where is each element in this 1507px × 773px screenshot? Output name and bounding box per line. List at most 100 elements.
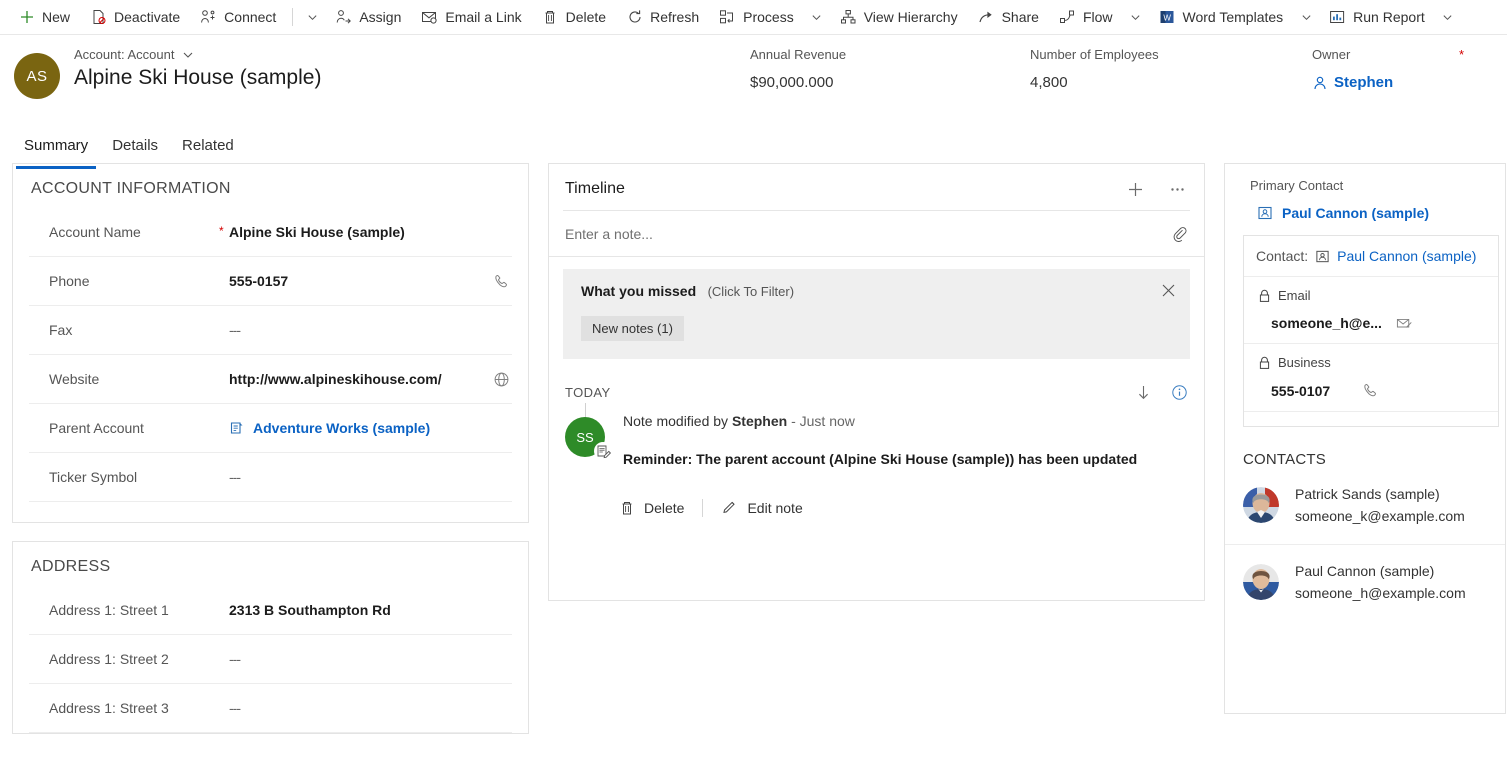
add-timeline-record-button[interactable] [1124, 178, 1146, 200]
field-address-street-1[interactable]: Address 1: Street 1 2313 B Southampton R… [29, 586, 512, 635]
contact-info: Paul Cannon (sample) someone_h@example.c… [1295, 563, 1466, 601]
view-hierarchy-button[interactable]: View Hierarchy [830, 0, 968, 34]
contact-name: Paul Cannon (sample) [1295, 563, 1466, 579]
deactivate-icon [90, 9, 107, 26]
action-divider [702, 499, 703, 517]
timeline-entry[interactable]: SS Note modified by Stephen - Just now R… [549, 403, 1204, 467]
field-value: --- [199, 469, 490, 485]
flow-button[interactable]: Flow [1049, 0, 1123, 34]
entity-type-selector[interactable]: Account: Account [74, 47, 321, 62]
contact-email-field[interactable]: Email someone_h@e... [1244, 277, 1498, 344]
sort-descending-icon[interactable] [1132, 381, 1154, 403]
contact-business-phone-field[interactable]: Business 555-0107 [1244, 344, 1498, 412]
run-report-caret[interactable] [1435, 0, 1461, 34]
tab-related[interactable]: Related [174, 125, 242, 169]
what-you-missed-subtitle: (Click To Filter) [708, 284, 794, 299]
edit-note-button[interactable]: Edit note [711, 495, 812, 520]
refresh-button[interactable]: Refresh [616, 0, 709, 34]
field-value: 555-0157 [199, 273, 490, 289]
timeline-header: Timeline [549, 164, 1204, 210]
word-templates-button[interactable]: W Word Templates [1149, 0, 1294, 34]
connect-button[interactable]: Connect [190, 0, 286, 34]
owner-link[interactable]: Stephen [1312, 74, 1492, 91]
required-indicator: * [219, 224, 224, 238]
process-caret[interactable] [804, 0, 830, 34]
report-icon [1329, 9, 1346, 26]
close-icon[interactable] [1161, 283, 1176, 298]
process-button[interactable]: Process [709, 0, 804, 34]
timeline-more-commands-button[interactable] [1166, 178, 1188, 200]
assign-icon [335, 9, 352, 26]
address-card: ADDRESS Address 1: Street 1 2313 B South… [12, 541, 529, 734]
deactivate-button[interactable]: Deactivate [80, 0, 190, 34]
delete-button[interactable]: Delete [532, 0, 616, 34]
timeline-column: Timeline Enter a note... [548, 163, 1205, 601]
parent-account-link[interactable]: Adventure Works (sample) [199, 420, 490, 436]
run-report-button[interactable]: Run Report [1319, 0, 1435, 34]
share-button[interactable]: Share [968, 0, 1049, 34]
avatar-initials: AS [26, 68, 47, 85]
email-link-icon [421, 9, 438, 26]
field-label: Address 1: Street 1 [29, 602, 199, 618]
left-column: ACCOUNT INFORMATION Account Name * Alpin… [12, 163, 529, 734]
new-button[interactable]: New [8, 0, 80, 34]
list-item[interactable]: Paul Cannon (sample) someone_h@example.c… [1225, 545, 1505, 621]
field-phone[interactable]: Phone 555-0157 [29, 257, 512, 306]
email-a-link-button[interactable]: Email a Link [411, 0, 531, 34]
deactivate-label: Deactivate [114, 9, 180, 25]
page-title: Alpine Ski House (sample) [74, 66, 321, 90]
field-value: --- [199, 322, 490, 338]
field-value: 2313 B Southampton Rd [199, 602, 512, 618]
user-icon [1312, 75, 1328, 91]
tab-summary[interactable]: Summary [16, 125, 96, 169]
email-icon[interactable] [1396, 316, 1413, 331]
primary-contact-link[interactable]: Paul Cannon (sample) [1225, 193, 1505, 235]
flow-caret[interactable] [1123, 0, 1149, 34]
parent-account-name: Adventure Works (sample) [253, 420, 430, 436]
app-root: New Deactivate Connect Assign [0, 0, 1507, 773]
what-you-missed-title: What you missed [581, 283, 696, 299]
contact-lookup-icon [1315, 249, 1330, 264]
delete-note-button[interactable]: Delete [609, 496, 694, 520]
right-column: Primary Contact Paul Cannon (sample) Con… [1224, 163, 1506, 714]
new-notes-filter-chip[interactable]: New notes (1) [581, 316, 684, 341]
globe-icon[interactable] [490, 371, 512, 388]
connect-caret[interactable] [299, 0, 325, 34]
trash-icon [542, 9, 559, 26]
field-fax[interactable]: Fax --- [29, 306, 512, 355]
attach-file-icon[interactable] [1171, 225, 1188, 242]
note-input-row[interactable]: Enter a note... [549, 211, 1204, 257]
field-parent-account[interactable]: Parent Account Adventure Works (sample) [29, 404, 512, 453]
new-label: New [42, 9, 70, 25]
view-hierarchy-label: View Hierarchy [864, 9, 958, 25]
phone-icon[interactable] [1362, 382, 1379, 399]
run-report-label: Run Report [1353, 9, 1425, 25]
field-address-street-3[interactable]: Address 1: Street 3 --- [29, 684, 512, 733]
email-a-link-label: Email a Link [445, 9, 521, 25]
tab-label: Related [182, 137, 234, 154]
chevron-down-icon [182, 49, 194, 61]
field-ticker-symbol[interactable]: Ticker Symbol --- [29, 453, 512, 502]
account-lookup-icon [229, 420, 245, 436]
stat-label: Owner [1312, 47, 1492, 62]
field-address-street-2[interactable]: Address 1: Street 2 --- [29, 635, 512, 684]
contact-quickview-name[interactable]: Paul Cannon (sample) [1337, 248, 1476, 264]
timeline-entry-body: Note modified by Stephen - Just now Remi… [605, 413, 1137, 467]
record-header: AS Account: Account Alpine Ski House (sa… [0, 35, 1507, 119]
stat-label: Annual Revenue [750, 47, 1030, 62]
phone-icon[interactable] [490, 273, 512, 290]
field-account-name[interactable]: Account Name * Alpine Ski House (sample) [29, 208, 512, 257]
field-website[interactable]: Website http://www.alpineskihouse.com/ [29, 355, 512, 404]
list-item[interactable]: Patrick Sands (sample) someone_k@example… [1225, 468, 1505, 545]
assign-button[interactable]: Assign [325, 0, 411, 34]
contact-quickview-label: Contact: [1256, 248, 1308, 264]
field-label: Address 1: Street 3 [29, 700, 199, 716]
word-templates-caret[interactable] [1293, 0, 1319, 34]
tab-details[interactable]: Details [104, 125, 166, 169]
stat-value: 4,800 [1030, 74, 1312, 91]
field-label: Parent Account [29, 420, 199, 436]
share-icon [978, 9, 995, 26]
quickview-spacer [1244, 412, 1498, 426]
info-icon[interactable] [1168, 381, 1190, 403]
timeline-title: Timeline [565, 180, 625, 198]
